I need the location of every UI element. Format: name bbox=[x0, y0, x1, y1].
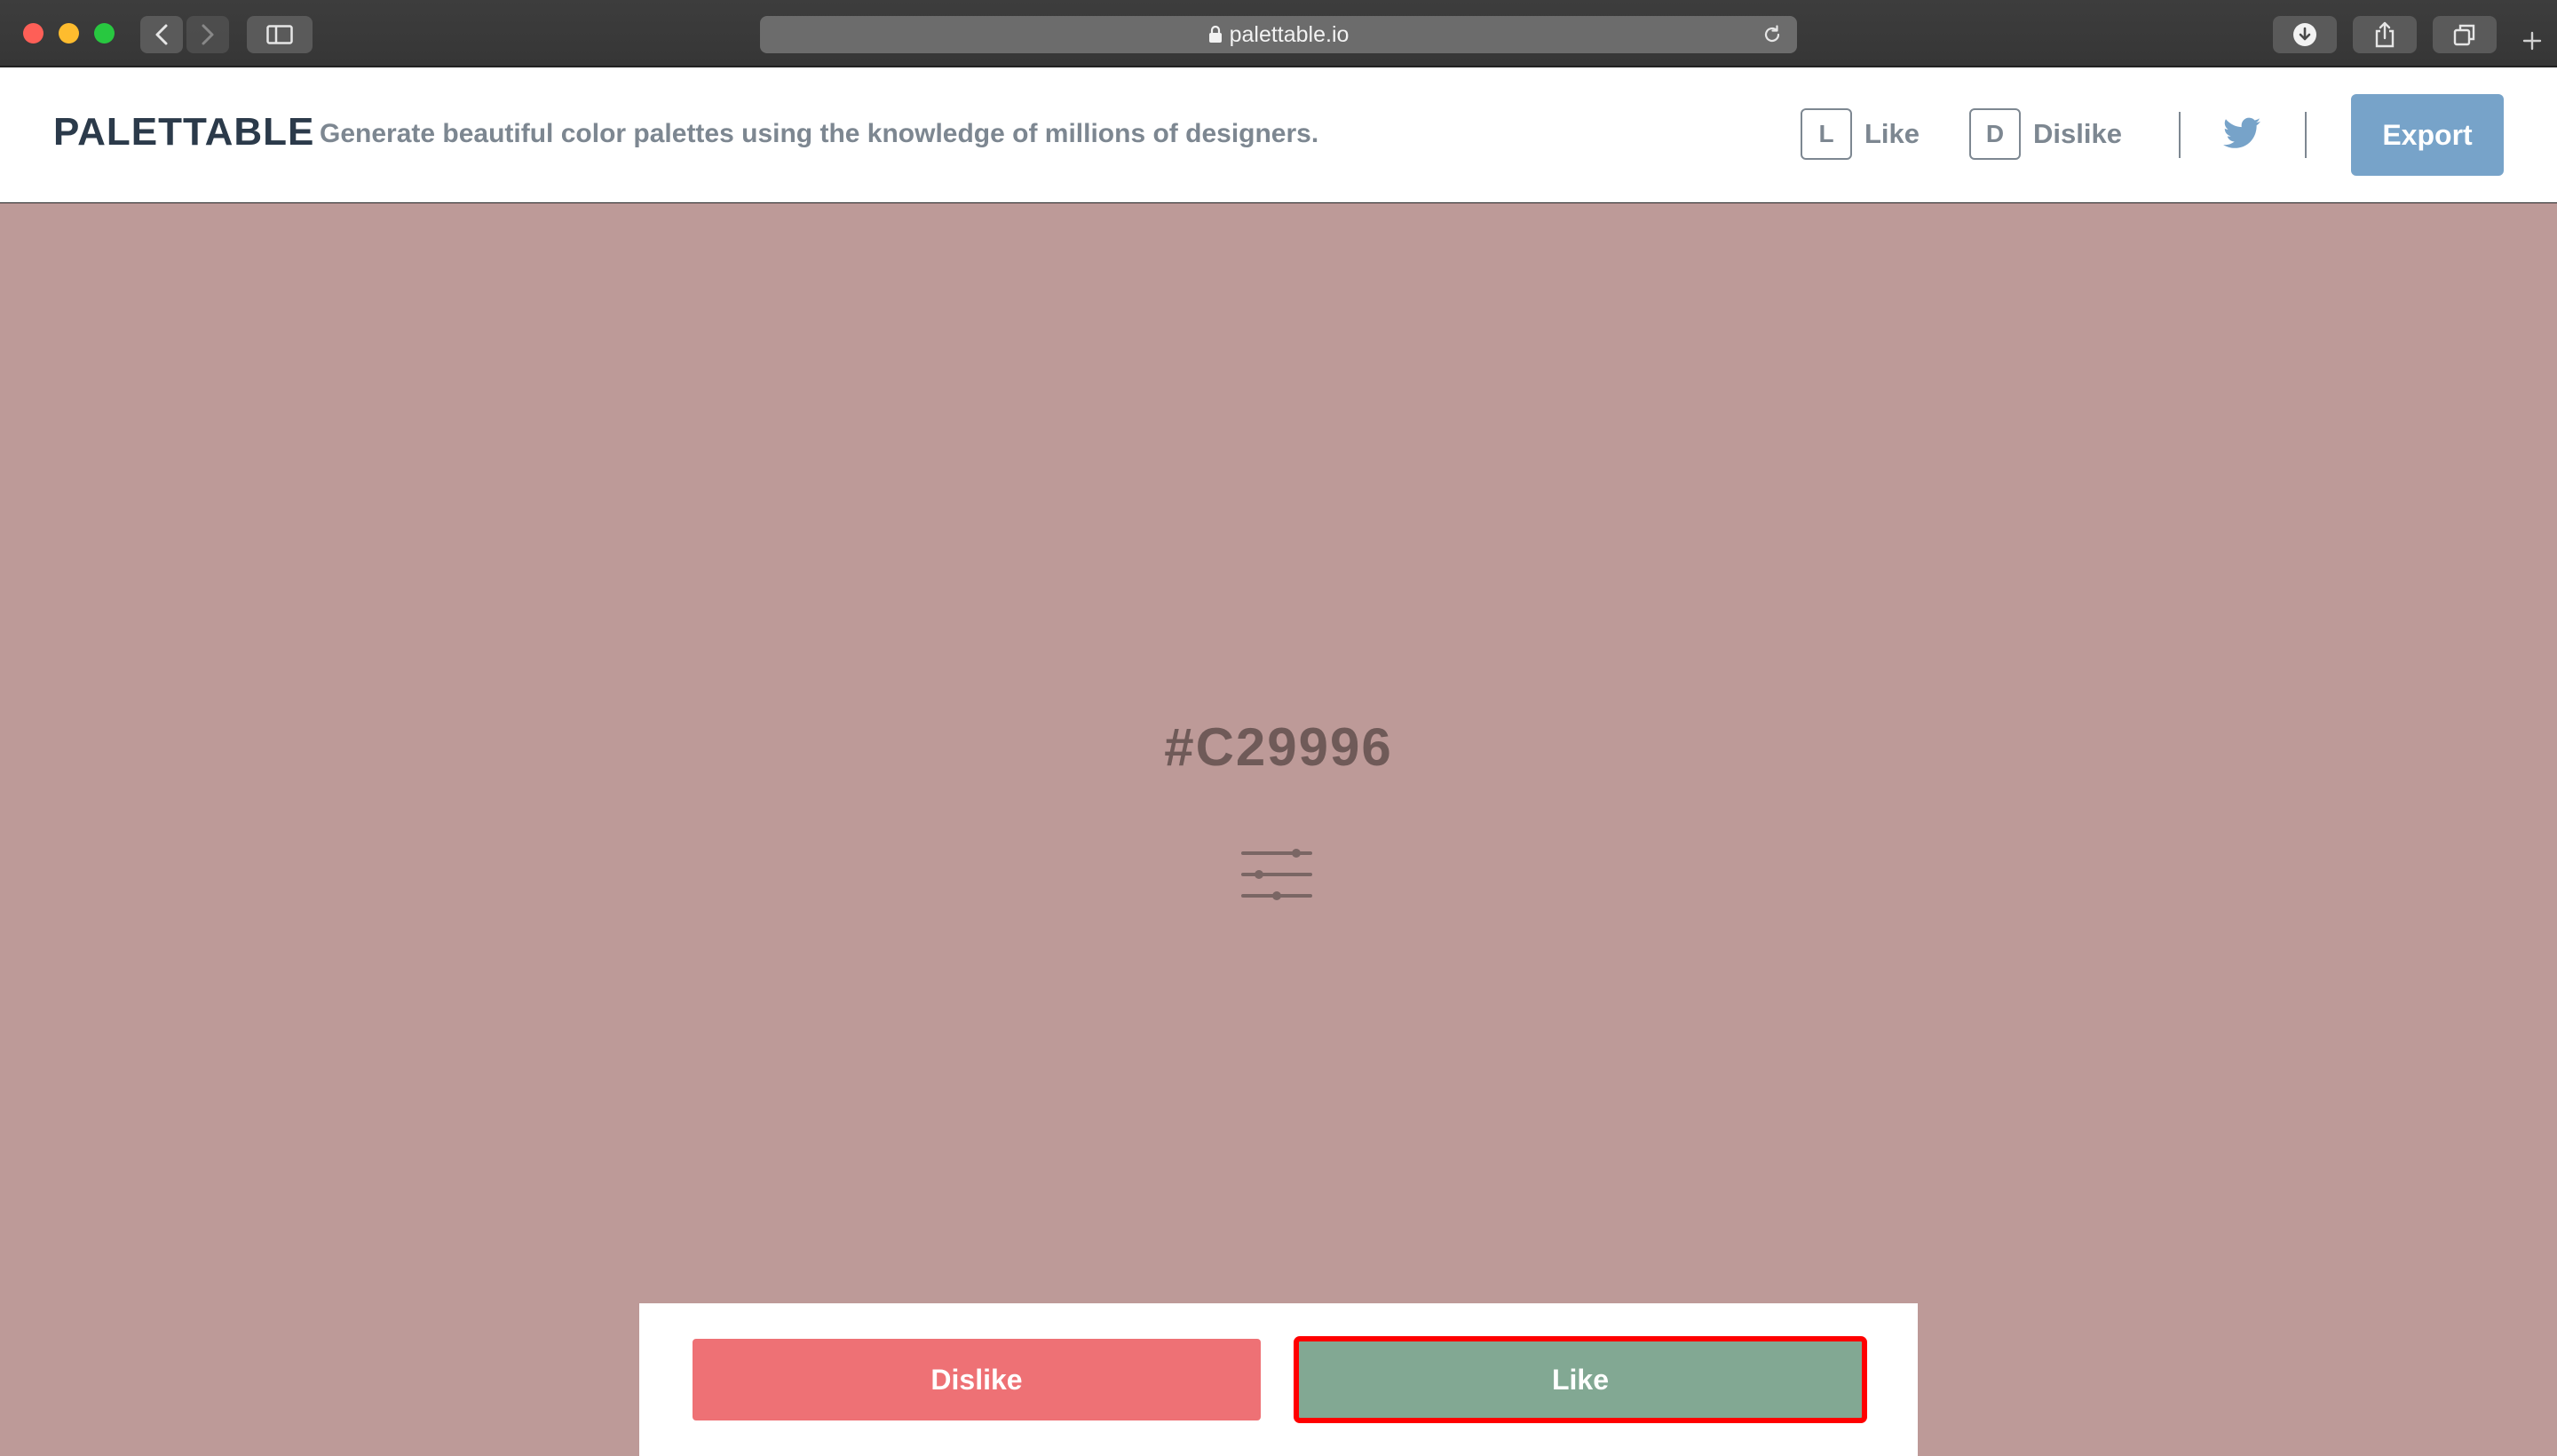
color-swatch: #C29996 bbox=[0, 203, 2557, 1456]
like-shortcut-key: L bbox=[1801, 108, 1852, 160]
chevron-left-icon bbox=[155, 24, 168, 45]
export-button[interactable]: Export bbox=[2351, 94, 2504, 176]
lock-icon bbox=[1208, 26, 1223, 44]
dislike-shortcut-label: Dislike bbox=[2033, 118, 2122, 149]
url-text: palettable.io bbox=[1229, 21, 1350, 47]
sidebar-icon bbox=[266, 25, 293, 44]
share-button[interactable] bbox=[2353, 16, 2417, 53]
like-shortcut-label: Like bbox=[1864, 118, 1920, 149]
twitter-icon[interactable] bbox=[2223, 117, 2260, 149]
new-tab-button[interactable] bbox=[2514, 23, 2550, 59]
forward-button[interactable] bbox=[186, 16, 229, 53]
address-bar[interactable]: palettable.io bbox=[760, 16, 1797, 53]
dislike-button[interactable]: Dislike bbox=[693, 1339, 1261, 1420]
minimize-window-button[interactable] bbox=[59, 23, 79, 44]
reload-icon[interactable] bbox=[1761, 24, 1783, 51]
tabs-icon bbox=[2453, 24, 2475, 46]
header-divider bbox=[2305, 112, 2307, 158]
browser-toolbar: palettable.io bbox=[0, 0, 2557, 67]
plus-icon bbox=[2522, 31, 2542, 51]
sliders-icon[interactable] bbox=[1239, 846, 1314, 903]
zoom-window-button[interactable] bbox=[94, 23, 115, 44]
chevron-right-icon bbox=[202, 24, 214, 45]
hex-code[interactable]: #C29996 bbox=[0, 716, 2557, 778]
site-logo[interactable]: PALETTABLE bbox=[53, 110, 314, 154]
like-button[interactable]: Like bbox=[1294, 1336, 1867, 1423]
site-header: PALETTABLE Generate beautiful color pale… bbox=[0, 67, 2557, 202]
header-divider bbox=[2179, 112, 2181, 158]
back-button[interactable] bbox=[140, 16, 183, 53]
vote-bar: Dislike Like bbox=[639, 1303, 1918, 1456]
site-tagline: Generate beautiful color palettes using … bbox=[320, 119, 1319, 148]
download-icon bbox=[2293, 23, 2316, 46]
sidebar-toggle-button[interactable] bbox=[247, 16, 313, 53]
share-icon bbox=[2375, 21, 2395, 48]
dislike-shortcut-key: D bbox=[1969, 108, 2021, 160]
tab-overview-button[interactable] bbox=[2433, 16, 2497, 53]
downloads-button[interactable] bbox=[2273, 16, 2337, 53]
close-window-button[interactable] bbox=[23, 23, 44, 44]
